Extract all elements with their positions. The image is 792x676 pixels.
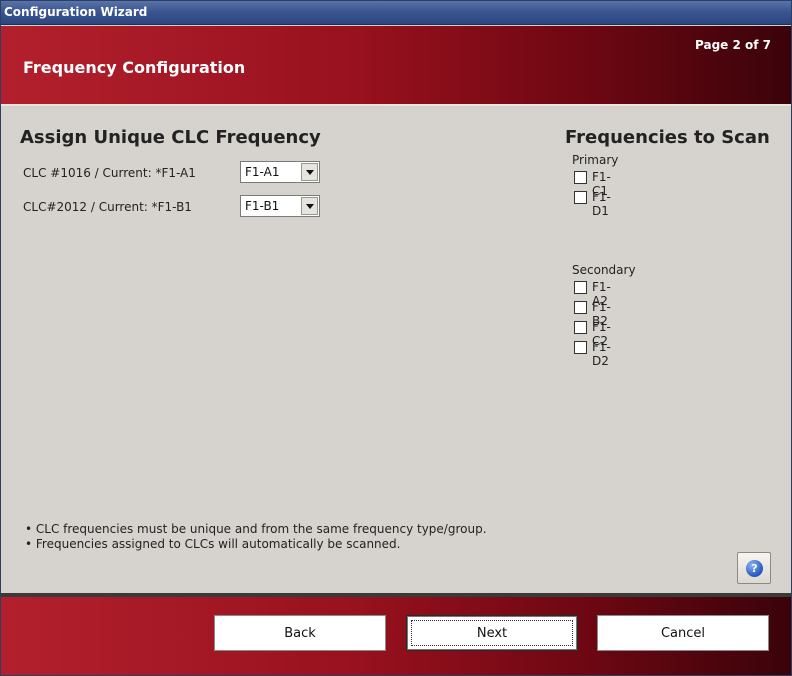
title-bar[interactable]: Configuration Wizard — [1, 1, 791, 25]
note-line: • Frequencies assigned to CLCs will auto… — [25, 537, 401, 551]
checkbox-box[interactable] — [574, 321, 587, 334]
chevron-down-icon — [306, 170, 314, 175]
checkbox-box[interactable] — [574, 281, 587, 294]
chevron-down-icon — [306, 204, 314, 209]
page-indicator: Page 2 of 7 — [695, 38, 771, 52]
clc-label: CLC #1016 / Current: *F1-A1 — [23, 166, 196, 180]
next-button-label: Next — [476, 626, 508, 641]
checkbox-box[interactable] — [574, 171, 587, 184]
next-button[interactable]: Next — [406, 615, 578, 651]
help-button[interactable]: ? — [737, 552, 771, 584]
page-title: Frequency Configuration — [23, 58, 246, 77]
assign-section-title: Assign Unique CLC Frequency — [20, 127, 321, 148]
cancel-button-label: Cancel — [660, 626, 706, 641]
primary-group-label: Primary — [572, 153, 619, 167]
frequency-select[interactable]: F1-A1 — [240, 161, 320, 183]
configuration-wizard-window: Configuration Wizard Frequency Configura… — [0, 0, 792, 676]
checkbox-label: F1-D1 — [592, 190, 611, 218]
frequency-select-value: F1-B1 — [245, 199, 280, 213]
notes: • CLC frequencies must be unique and fro… — [25, 522, 487, 552]
dropdown-button[interactable] — [301, 163, 318, 181]
scan-section-title: Frequencies to Scan — [565, 127, 770, 148]
checkbox-label: F1-D2 — [592, 340, 611, 368]
note-line: • CLC frequencies must be unique and fro… — [25, 522, 487, 536]
checkbox-box[interactable] — [574, 301, 587, 314]
frequency-select[interactable]: F1-B1 — [240, 195, 320, 217]
dropdown-button[interactable] — [301, 197, 318, 215]
frequency-select-value: F1-A1 — [245, 165, 280, 179]
secondary-group-label: Secondary — [572, 263, 636, 277]
back-button-label: Back — [284, 626, 316, 641]
wizard-footer: Back Next Cancel — [1, 593, 791, 675]
cancel-button[interactable]: Cancel — [597, 615, 769, 651]
window-title: Configuration Wizard — [4, 5, 148, 19]
checkbox-box[interactable] — [574, 191, 587, 204]
checkbox-box[interactable] — [574, 341, 587, 354]
back-button[interactable]: Back — [214, 615, 386, 651]
wizard-header: Frequency Configuration Page 2 of 7 — [1, 26, 791, 106]
content-panel: Assign Unique CLC Frequency CLC #1016 / … — [1, 108, 791, 593]
help-icon: ? — [746, 560, 763, 577]
clc-label: CLC#2012 / Current: *F1-B1 — [23, 200, 192, 214]
